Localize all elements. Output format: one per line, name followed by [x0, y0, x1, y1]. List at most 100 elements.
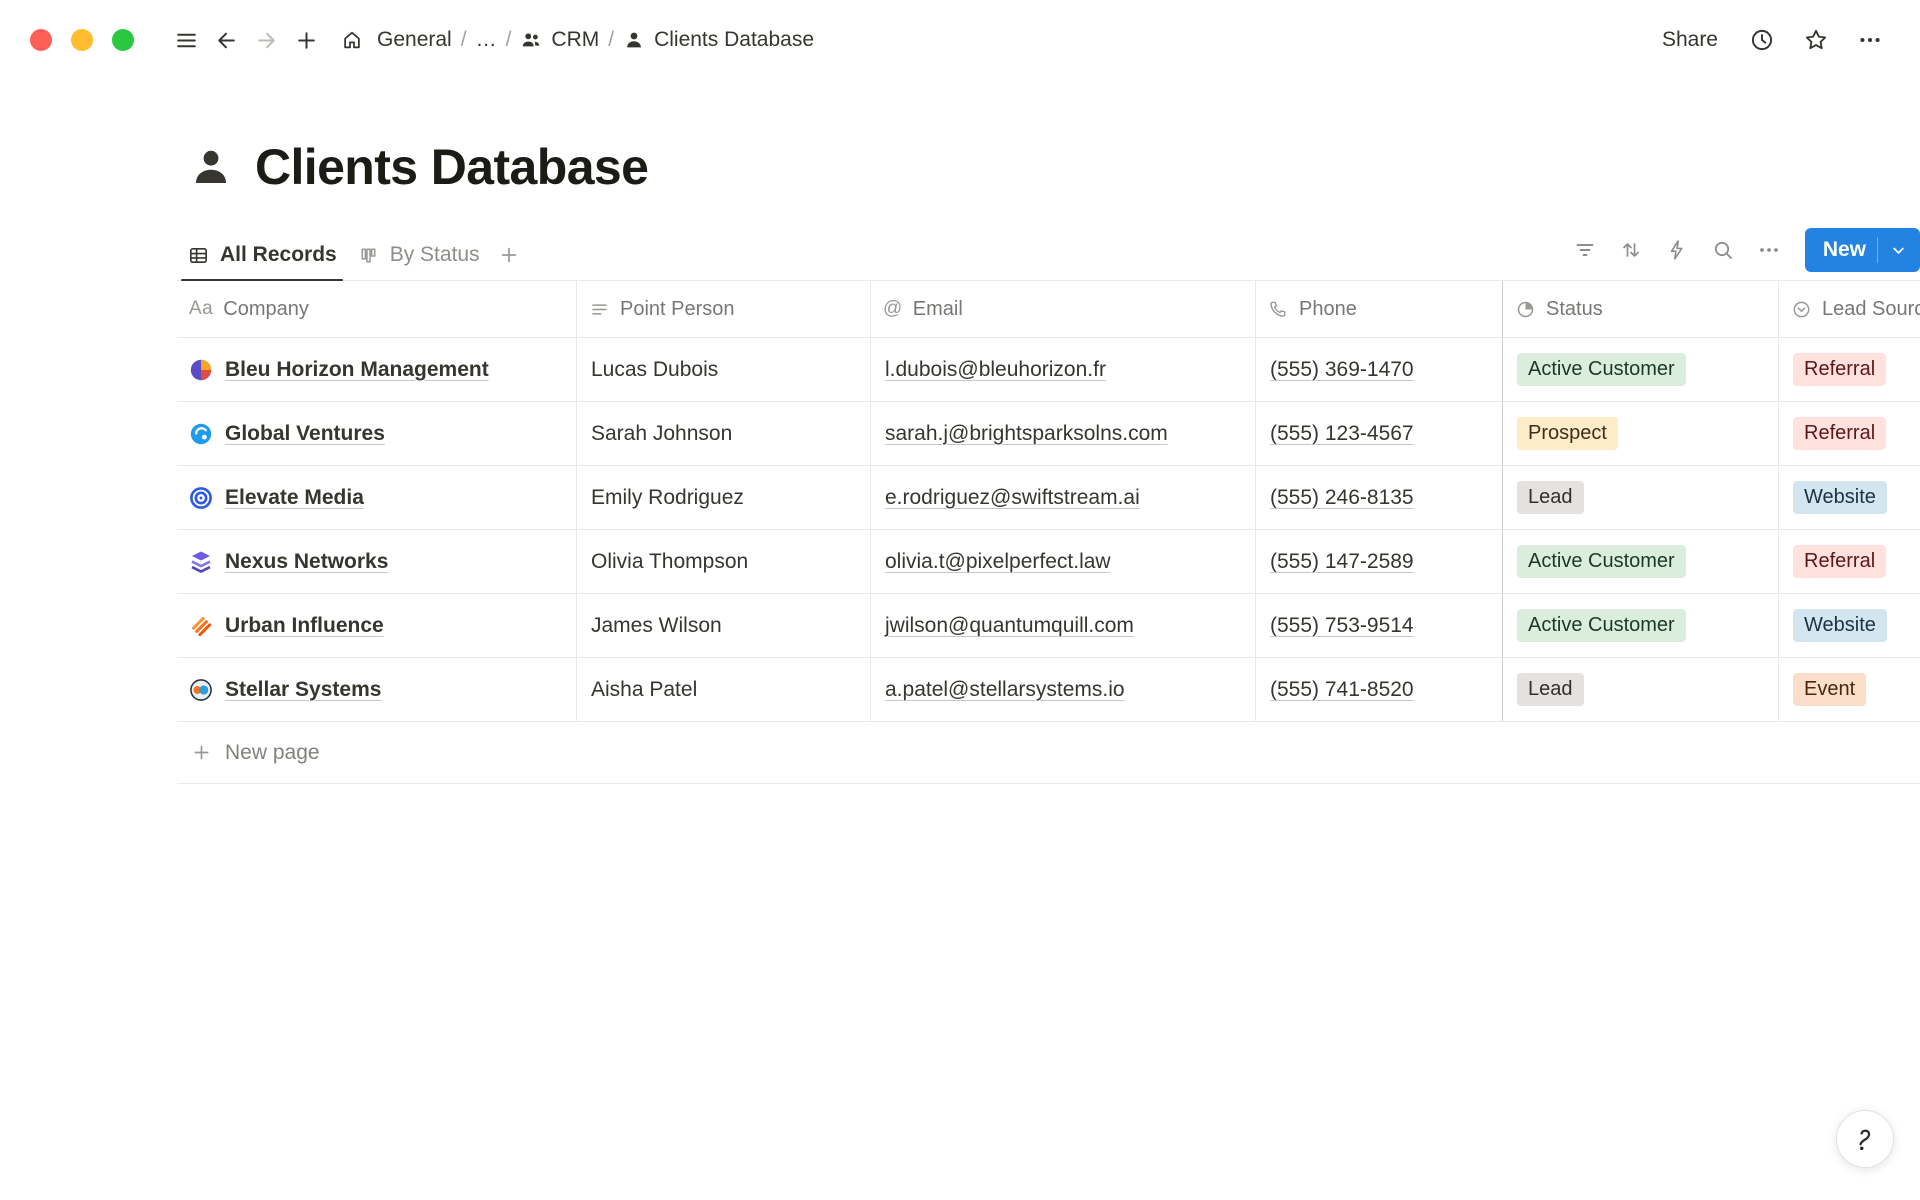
status-cell[interactable]: Active Customer: [1503, 530, 1779, 593]
lead-source-cell[interactable]: Website: [1779, 466, 1920, 529]
page-person-icon[interactable]: [187, 143, 235, 191]
status-property-icon: [1515, 299, 1536, 320]
help-icon: [1851, 1125, 1879, 1153]
company-cell[interactable]: Bleu Horizon Management: [177, 338, 577, 401]
lead-source-cell[interactable]: Website: [1779, 594, 1920, 657]
company-logo-icon: [189, 422, 213, 446]
table-body: Bleu Horizon Management Lucas Dubois l.d…: [177, 338, 1920, 722]
breadcrumb-ellipsis-button[interactable]: …: [469, 23, 504, 57]
add-view-button[interactable]: [490, 231, 528, 279]
email-property-icon: @: [883, 298, 903, 320]
view-actions: New: [1565, 228, 1920, 280]
company-cell[interactable]: Nexus Networks: [177, 530, 577, 593]
email-cell[interactable]: sarah.j@brightsparksolns.com: [871, 402, 1256, 465]
tab-all-records[interactable]: All Records: [177, 230, 347, 280]
company-cell[interactable]: Global Ventures: [177, 402, 577, 465]
status-badge: Lead: [1517, 673, 1584, 706]
status-cell[interactable]: Active Customer: [1503, 338, 1779, 401]
view-options-button[interactable]: [1749, 230, 1789, 270]
table-row: Bleu Horizon Management Lucas Dubois l.d…: [177, 338, 1920, 402]
favorite-button[interactable]: [1796, 20, 1836, 60]
search-icon: [1711, 238, 1735, 262]
page-title[interactable]: Clients Database: [255, 138, 648, 196]
email-cell[interactable]: olivia.t@pixelperfect.law: [871, 530, 1256, 593]
company-logo-icon: [189, 614, 213, 638]
status-cell[interactable]: Prospect: [1503, 402, 1779, 465]
table-view-icon: [187, 244, 210, 267]
lead-source-badge: Referral: [1793, 353, 1886, 386]
status-cell[interactable]: Lead: [1503, 466, 1779, 529]
column-header-company[interactable]: Aa Company: [177, 281, 577, 337]
page-content: Clients Database All Records By Status N…: [0, 138, 1920, 784]
more-options-button[interactable]: [1850, 20, 1890, 60]
status-badge: Active Customer: [1517, 545, 1686, 578]
phone-cell[interactable]: (555) 246-8135: [1256, 466, 1503, 529]
company-logo-icon: [189, 550, 213, 574]
phone-cell[interactable]: (555) 369-1470: [1256, 338, 1503, 401]
board-view-icon: [357, 244, 380, 267]
share-button[interactable]: Share: [1652, 22, 1728, 58]
point-person-cell[interactable]: Lucas Dubois: [577, 338, 871, 401]
minimize-window-button[interactable]: [71, 29, 93, 51]
point-person-cell[interactable]: Aisha Patel: [577, 658, 871, 721]
search-button[interactable]: [1703, 230, 1743, 270]
status-badge: Active Customer: [1517, 609, 1686, 642]
new-page-button[interactable]: New page: [177, 722, 1920, 784]
phone-cell[interactable]: (555) 123-4567: [1256, 402, 1503, 465]
forward-button[interactable]: [246, 20, 286, 60]
lead-source-cell[interactable]: Referral: [1779, 338, 1920, 401]
email-cell[interactable]: l.dubois@bleuhorizon.fr: [871, 338, 1256, 401]
lead-source-badge: Event: [1793, 673, 1866, 706]
breadcrumb-item-crm[interactable]: CRM: [513, 23, 606, 57]
point-person-cell[interactable]: Sarah Johnson: [577, 402, 871, 465]
breadcrumb: General / … / CRM / Clients Database: [334, 23, 821, 57]
point-person-cell[interactable]: Emily Rodriguez: [577, 466, 871, 529]
email-cell[interactable]: a.patel@stellarsystems.io: [871, 658, 1256, 721]
phone-cell[interactable]: (555) 147-2589: [1256, 530, 1503, 593]
lead-source-cell[interactable]: Event: [1779, 658, 1920, 721]
tab-by-status[interactable]: By Status: [347, 230, 490, 280]
status-badge: Lead: [1517, 481, 1584, 514]
breadcrumb-home-button[interactable]: [334, 24, 370, 56]
filter-button[interactable]: [1565, 230, 1605, 270]
email-cell[interactable]: e.rodriguez@swiftstream.ai: [871, 466, 1256, 529]
status-cell[interactable]: Lead: [1503, 658, 1779, 721]
table-row: Stellar Systems Aisha Patel a.patel@stel…: [177, 658, 1920, 722]
column-header-status[interactable]: Status: [1503, 281, 1779, 337]
status-badge: Prospect: [1517, 417, 1618, 450]
lead-source-cell[interactable]: Referral: [1779, 402, 1920, 465]
back-button[interactable]: [206, 20, 246, 60]
column-header-phone[interactable]: Phone: [1256, 281, 1503, 337]
lead-source-badge: Referral: [1793, 417, 1886, 450]
new-record-button[interactable]: New: [1805, 228, 1920, 272]
automation-button[interactable]: [1657, 230, 1697, 270]
point-person-cell[interactable]: Olivia Thompson: [577, 530, 871, 593]
updates-button[interactable]: [1742, 20, 1782, 60]
sidebar-toggle-button[interactable]: [166, 20, 206, 60]
phone-cell[interactable]: (555) 753-9514: [1256, 594, 1503, 657]
close-window-button[interactable]: [30, 29, 52, 51]
column-header-email[interactable]: @ Email: [871, 281, 1256, 337]
status-cell[interactable]: Active Customer: [1503, 594, 1779, 657]
breadcrumb-item-clients-database[interactable]: Clients Database: [616, 23, 821, 57]
new-tab-button[interactable]: [286, 20, 326, 60]
arrow-right-icon: [254, 28, 279, 53]
company-cell[interactable]: Elevate Media: [177, 466, 577, 529]
clients-table: Aa Company Point Person @ Email Phone St…: [177, 281, 1920, 784]
lead-source-cell[interactable]: Referral: [1779, 530, 1920, 593]
company-cell[interactable]: Urban Influence: [177, 594, 577, 657]
column-header-lead-source[interactable]: Lead Source: [1779, 281, 1920, 337]
company-cell[interactable]: Stellar Systems: [177, 658, 577, 721]
table-row: Nexus Networks Olivia Thompson olivia.t@…: [177, 530, 1920, 594]
status-badge: Active Customer: [1517, 353, 1686, 386]
zoom-window-button[interactable]: [112, 29, 134, 51]
phone-cell[interactable]: (555) 741-8520: [1256, 658, 1503, 721]
column-header-point-person[interactable]: Point Person: [577, 281, 871, 337]
point-person-cell[interactable]: James Wilson: [577, 594, 871, 657]
breadcrumb-item-general[interactable]: General: [370, 23, 459, 57]
lead-source-badge: Website: [1793, 481, 1887, 514]
email-cell[interactable]: jwilson@quantumquill.com: [871, 594, 1256, 657]
sort-button[interactable]: [1611, 230, 1651, 270]
company-logo-icon: [189, 358, 213, 382]
help-button[interactable]: [1836, 1110, 1894, 1168]
